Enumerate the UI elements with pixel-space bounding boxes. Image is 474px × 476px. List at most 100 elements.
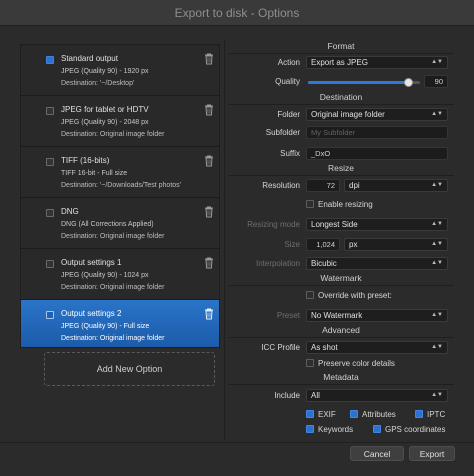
option-destination: Destination: '~/Downloads/Test photos' — [61, 182, 181, 189]
attributes-label: Attributes — [362, 410, 396, 419]
section-divider — [228, 104, 454, 105]
option-destination: Destination: Original image folder — [61, 335, 165, 342]
preserve-color-checkbox[interactable] — [306, 359, 314, 367]
trash-icon[interactable] — [204, 104, 214, 116]
footer-divider — [0, 442, 474, 443]
include-select[interactable]: All ▲▼ — [306, 389, 448, 402]
size-input[interactable]: 1,024 — [306, 238, 340, 251]
subfolder-input[interactable]: My Subfolder — [306, 126, 448, 139]
keywords-checkbox[interactable] — [306, 425, 314, 433]
add-new-option-button[interactable]: Add New Option — [44, 352, 215, 386]
size-unit-select[interactable]: px ▲▼ — [344, 238, 448, 251]
section-divider — [228, 175, 454, 176]
keywords-label: Keywords — [318, 425, 354, 434]
folder-select-value: Original image folder — [311, 110, 385, 119]
option-title: Output settings 1 — [61, 258, 122, 267]
resizing-mode-value: Longest Side — [311, 220, 358, 229]
option-destination: Destination: '~/Desktop' — [61, 80, 135, 87]
enable-resizing-checkbox[interactable] — [306, 200, 314, 208]
chevron-updown-icon: ▲▼ — [431, 111, 443, 117]
trash-icon[interactable] — [204, 308, 214, 320]
chevron-updown-icon: ▲▼ — [431, 59, 443, 65]
interpolation-select[interactable]: Bicubic ▲▼ — [306, 257, 448, 270]
icc-profile-select[interactable]: As shot ▲▼ — [306, 341, 448, 354]
quality-input[interactable]: 90 — [424, 75, 448, 88]
interpolation-label: Interpolation — [255, 259, 300, 268]
preset-value: No Watermark — [311, 311, 363, 320]
option-checkbox[interactable] — [46, 56, 54, 64]
option-format: JPEG (Quality 90) - 1920 px — [61, 68, 149, 75]
option-checkbox[interactable] — [46, 158, 54, 166]
resizing-mode-select[interactable]: Longest Side ▲▼ — [306, 218, 448, 231]
iptc-checkbox[interactable] — [415, 410, 423, 418]
chevron-updown-icon: ▲▼ — [431, 312, 443, 318]
option-item-dng[interactable]: DNG DNG (All Corrections Applied) Destin… — [21, 198, 219, 249]
trash-icon[interactable] — [204, 257, 214, 269]
override-preset-label: Override with preset: — [318, 291, 392, 300]
quality-slider-handle[interactable] — [404, 78, 414, 87]
option-destination: Destination: Original image folder — [61, 233, 165, 240]
option-title: JPEG for tablet or HDTV — [61, 105, 149, 114]
exif-checkbox[interactable] — [306, 410, 314, 418]
section-divider — [228, 337, 454, 338]
trash-icon[interactable] — [204, 206, 214, 218]
include-value: All — [311, 391, 320, 400]
option-item-standard-output[interactable]: Standard output JPEG (Quality 90) - 1920… — [21, 45, 219, 96]
icc-profile-value: As shot — [311, 343, 338, 352]
quality-slider-fill — [308, 81, 409, 84]
section-divider — [228, 285, 454, 286]
option-item-output-settings-2[interactable]: Output settings 2 JPEG (Quality 90) - Fu… — [21, 300, 219, 347]
trash-icon[interactable] — [204, 155, 214, 167]
option-checkbox[interactable] — [46, 107, 54, 115]
action-select[interactable]: Export as JPEG ▲▼ — [306, 56, 448, 69]
gps-checkbox[interactable] — [373, 425, 381, 433]
resizing-mode-label: Resizing mode — [247, 220, 300, 229]
section-metadata: Metadata — [323, 372, 359, 382]
interpolation-value: Bicubic — [311, 259, 337, 268]
include-label: Include — [274, 391, 300, 400]
chevron-updown-icon: ▲▼ — [431, 260, 443, 266]
option-format: JPEG (Quality 90) - 1024 px — [61, 272, 149, 279]
section-destination: Destination — [319, 92, 363, 102]
attributes-checkbox[interactable] — [350, 410, 358, 418]
option-checkbox[interactable] — [46, 260, 54, 268]
section-format: Format — [327, 41, 355, 51]
resolution-label: Resolution — [262, 181, 300, 190]
option-title: Output settings 2 — [61, 309, 122, 318]
option-item-output-settings-1[interactable]: Output settings 1 JPEG (Quality 90) - 10… — [21, 249, 219, 300]
gps-label: GPS coordinates — [385, 425, 446, 434]
resolution-input[interactable]: 72 — [306, 179, 340, 192]
chevron-updown-icon: ▲▼ — [431, 344, 443, 350]
resolution-unit-select[interactable]: dpi ▲▼ — [344, 179, 448, 192]
option-format: JPEG (Quality 90) - 2048 px — [61, 119, 149, 126]
preset-select[interactable]: No Watermark ▲▼ — [306, 309, 448, 322]
override-preset-checkbox[interactable] — [306, 291, 314, 299]
window-title: Export to disk - Options — [174, 5, 300, 20]
option-item-tiff[interactable]: TIFF (16-bits) TIFF 16-bit - Full size D… — [21, 147, 219, 198]
chevron-updown-icon: ▲▼ — [431, 241, 443, 247]
size-unit-value: px — [349, 240, 358, 249]
export-button[interactable]: Export — [409, 446, 455, 461]
exif-label: EXIF — [318, 410, 336, 419]
option-item-jpeg-tablet[interactable]: JPEG for tablet or HDTV JPEG (Quality 90… — [21, 96, 219, 147]
size-label: Size — [284, 240, 300, 249]
option-title: TIFF (16-bits) — [61, 156, 110, 165]
icc-profile-label: ICC Profile — [261, 343, 300, 352]
option-checkbox[interactable] — [46, 311, 54, 319]
settings-panel: Format Action Export as JPEG ▲▼ Quality … — [228, 40, 454, 440]
enable-resizing-label: Enable resizing — [318, 200, 373, 209]
folder-select[interactable]: Original image folder ▲▼ — [306, 108, 448, 121]
quality-label: Quality — [275, 77, 300, 86]
suffix-label: Suffix — [280, 149, 300, 158]
suffix-input[interactable]: _DxO — [306, 147, 448, 160]
section-divider — [228, 384, 454, 385]
action-select-value: Export as JPEG — [311, 58, 368, 67]
export-options-list: Standard output JPEG (Quality 90) - 1920… — [20, 44, 220, 348]
preserve-color-label: Preserve color details — [318, 359, 395, 368]
section-divider — [228, 53, 454, 54]
section-resize: Resize — [328, 163, 354, 173]
option-checkbox[interactable] — [46, 209, 54, 217]
trash-icon[interactable] — [204, 53, 214, 65]
option-format: DNG (All Corrections Applied) — [61, 221, 154, 228]
cancel-button[interactable]: Cancel — [350, 446, 404, 461]
